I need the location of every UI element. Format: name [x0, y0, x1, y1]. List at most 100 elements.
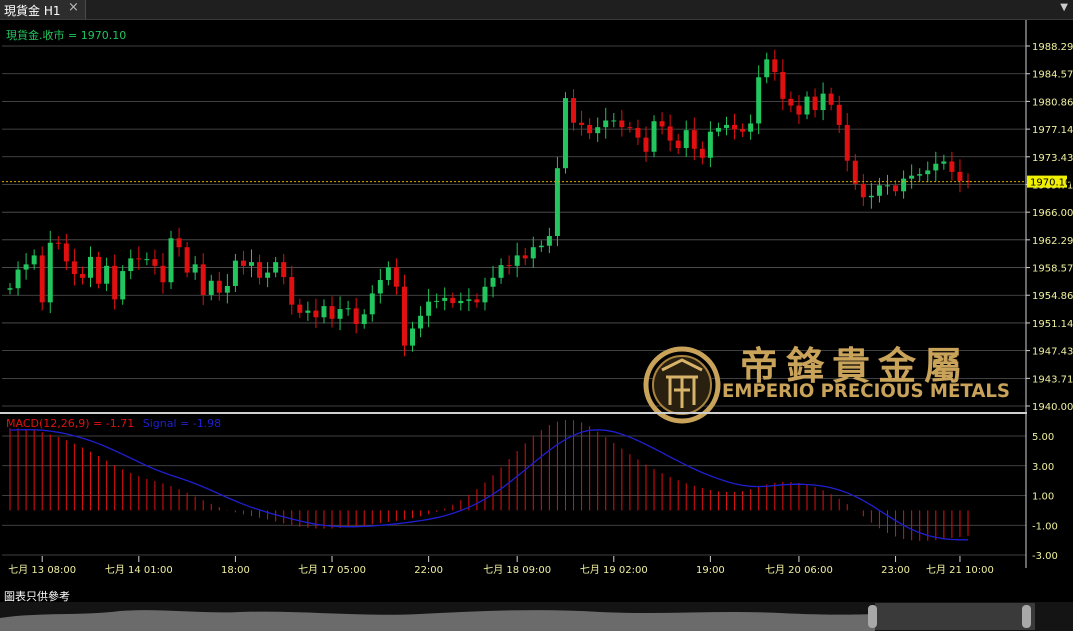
- chart-navigator[interactable]: [0, 602, 1073, 631]
- candle-up: [683, 130, 689, 149]
- candle-down: [659, 121, 665, 127]
- chevron-down-icon[interactable]: ▼: [1060, 2, 1068, 13]
- candle-down: [579, 122, 585, 125]
- candle-up: [611, 120, 617, 122]
- time-tick-label: 七月 13 08:00: [8, 564, 76, 576]
- macd-legend: MACD(12,26,9) = -1.71 Signal = -1.98: [6, 417, 221, 430]
- candle-down: [176, 238, 182, 248]
- candle-down: [39, 255, 45, 303]
- candle-down: [450, 297, 456, 304]
- signal-value-label: Signal = -1.98: [143, 417, 221, 430]
- navigator-window[interactable]: [875, 603, 1035, 630]
- candle-up: [595, 127, 601, 134]
- candle-up: [31, 255, 37, 265]
- navigator-right-handle[interactable]: [1022, 605, 1031, 628]
- candle-up: [232, 260, 238, 286]
- navigator-history-shape: [0, 610, 875, 631]
- close-icon[interactable]: ×: [68, 0, 79, 15]
- candle-down: [812, 96, 818, 111]
- candle-down: [571, 98, 577, 123]
- candle-down: [828, 93, 834, 105]
- candle-down: [506, 265, 512, 267]
- candle-down: [740, 129, 746, 132]
- candle-up: [748, 123, 754, 132]
- candle-down: [667, 126, 673, 141]
- macd-tick-label: -3.00: [1032, 551, 1058, 562]
- close-price-label: 現貨金.收市 = 1970.10: [6, 28, 126, 42]
- candle-down: [699, 148, 705, 158]
- candle-down: [474, 299, 480, 303]
- time-tick-label: 七月 19 02:00: [580, 564, 648, 576]
- time-tick-label: 23:00: [881, 565, 910, 576]
- candle-up: [15, 269, 21, 289]
- candle-down: [627, 127, 633, 129]
- time-tick-label: 七月 14 01:00: [105, 564, 173, 576]
- candle-up: [530, 247, 536, 259]
- candle-up: [723, 124, 729, 128]
- time-tick-label: 七月 20 06:00: [765, 564, 833, 576]
- candle-up: [168, 238, 174, 283]
- candle-up: [442, 297, 448, 301]
- candle-up: [482, 286, 488, 303]
- candle-up: [538, 245, 544, 248]
- candle-up: [120, 271, 126, 300]
- candle-down: [587, 124, 593, 134]
- price-tick-label: 1947.43: [1032, 347, 1073, 358]
- candle-up: [941, 161, 947, 164]
- candle-down: [55, 242, 61, 244]
- candle-up: [466, 299, 472, 301]
- candle-up: [434, 300, 440, 302]
- candle-down: [949, 161, 955, 172]
- candle-up: [546, 236, 552, 246]
- time-tick-label: 19:00: [696, 565, 725, 576]
- candle-down: [772, 59, 778, 73]
- candle-down: [112, 265, 118, 300]
- candle-up: [756, 77, 762, 124]
- navigator-left-handle[interactable]: [868, 605, 877, 628]
- candle-up: [426, 301, 432, 316]
- time-tick-label: 七月 21 10:00: [926, 564, 994, 576]
- macd-tick-label: -1.00: [1032, 521, 1058, 532]
- candle-down: [289, 277, 295, 305]
- candle-down: [152, 259, 158, 266]
- candle-down: [836, 104, 842, 125]
- candle-down: [216, 280, 222, 293]
- chart-tab-title: 現貨金 H1: [4, 4, 61, 18]
- candle-up: [144, 259, 150, 261]
- candle-down: [796, 105, 802, 115]
- candle-down: [240, 260, 246, 266]
- chart-canvas[interactable]: 帝鋒貴金屬 EMPERIO PRECIOUS METALS 1988.29198…: [0, 20, 1073, 588]
- price-tick-label: 1973.43: [1032, 153, 1073, 164]
- candle-down: [691, 130, 697, 149]
- price-tick-label: 1966.00: [1032, 208, 1073, 219]
- candle-up: [7, 288, 13, 290]
- candle-up: [933, 163, 939, 171]
- chart-tab[interactable]: 現貨金 H1 ×: [0, 0, 86, 19]
- candle-up: [715, 127, 721, 132]
- candle-down: [184, 247, 190, 273]
- candle-down: [160, 265, 166, 283]
- current-price-value: 1970.10: [1030, 178, 1071, 189]
- candle-up: [385, 267, 391, 281]
- candle-down: [844, 124, 850, 161]
- candle-down: [257, 262, 263, 278]
- candle-down: [643, 137, 649, 152]
- candle-up: [265, 272, 271, 278]
- price-tick-label: 1980.86: [1032, 97, 1073, 108]
- candle-up: [514, 255, 520, 266]
- candle-down: [79, 274, 85, 278]
- candle-up: [88, 256, 93, 278]
- candle-down: [200, 264, 206, 295]
- price-tick-label: 1940.00: [1032, 402, 1073, 413]
- watermark-english-name: EMPERIO PRECIOUS METALS: [722, 380, 1010, 402]
- candle-up: [458, 300, 464, 304]
- time-tick-label: 18:00: [221, 565, 250, 576]
- price-tick-label: 1954.86: [1032, 291, 1073, 302]
- candle-down: [852, 160, 858, 184]
- candle-up: [273, 262, 279, 273]
- time-tick-label: 22:00: [414, 565, 443, 576]
- candle-up: [562, 98, 568, 169]
- candle-up: [820, 93, 826, 111]
- macd-value-label: MACD(12,26,9) = -1.71: [6, 417, 134, 430]
- candle-up: [23, 264, 29, 270]
